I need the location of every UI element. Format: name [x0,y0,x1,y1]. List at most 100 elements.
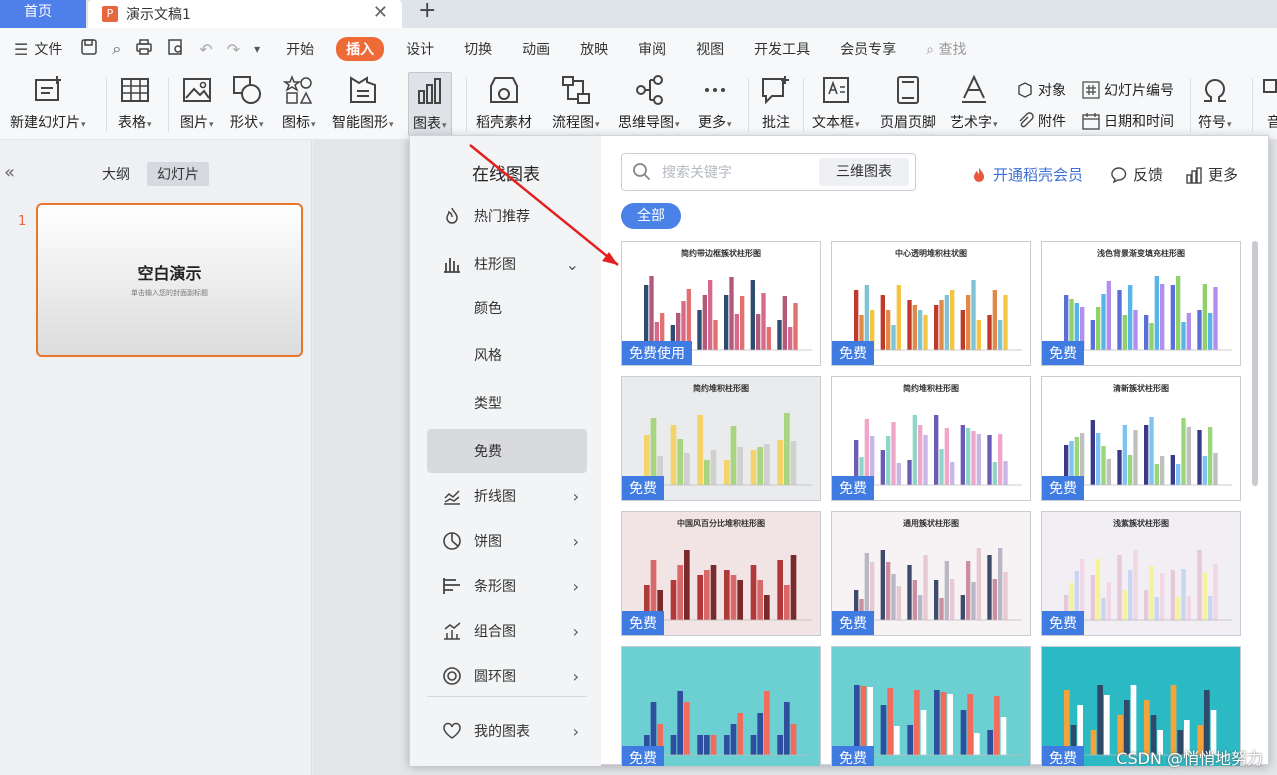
slide-number-button[interactable]: 幻灯片编号 [1082,80,1174,100]
vip-link[interactable]: 开通稻壳会员 [970,164,1083,185]
category-combo[interactable]: 组合图 › [410,609,601,653]
smartart-button[interactable]: 智能图形▾ [332,74,394,132]
comment-button[interactable]: 批注 [760,74,792,132]
tab-document[interactable]: P 演示文稿1 ✕ [88,0,402,28]
menu-insert[interactable]: 插入 [336,37,385,61]
print-icon[interactable] [135,38,153,60]
category-donut[interactable]: 圆环图 › [410,654,601,698]
menu-design[interactable]: 设计 [406,39,434,59]
chart-button[interactable]: 图表▾ [408,72,452,136]
mindmap-button[interactable]: 思维导图▾ [618,74,680,132]
quick-access-dropdown-icon[interactable]: ▾ [254,42,260,56]
datetime-button[interactable]: 日期和时间 [1082,111,1174,131]
filter-all[interactable]: 全部 [621,203,681,229]
thumbnail-bar [966,428,971,485]
tab-slides[interactable]: 幻灯片 [147,162,209,186]
new-slide-button[interactable]: 新建幻灯片▾ [10,74,86,132]
menu-slideshow[interactable]: 放映 [580,39,608,59]
chart-template-card[interactable]: 简约堆积柱形图 免费 [621,376,821,501]
chart-template-card[interactable]: 通用簇状柱形图 免费 [831,511,1031,636]
new-tab-button[interactable]: + [418,0,436,23]
shape-button[interactable]: 形状▾ [230,74,264,132]
search-input[interactable]: 搜索关键字 [662,162,732,182]
thumbnail-bar [992,579,997,620]
scrollbar[interactable] [1252,241,1258,486]
thumbnail-bar [1128,570,1133,620]
category-bar[interactable]: 条形图 › [410,564,601,608]
save-icon[interactable] [80,38,98,60]
thumbnail-bar [704,570,710,620]
collapse-pane-icon[interactable]: « [4,162,15,183]
textbox-button[interactable]: 文本框▾ [812,74,860,132]
chart-template-card[interactable]: 浅紫簇状柱形图 免费 [1041,511,1241,636]
table-button[interactable]: 表格▾ [118,74,152,132]
thumbnail-bar [1122,315,1127,350]
header-footer-button[interactable]: 页眉页脚 [880,74,936,132]
more-button[interactable]: 更多▾ [698,74,732,132]
feedback-button[interactable]: 反馈 [1110,164,1163,185]
material-button[interactable]: 稻壳素材 [476,74,532,132]
object-button[interactable]: 对象 [1016,80,1066,100]
category-hot[interactable]: 热门推荐 [410,194,601,238]
category-line[interactable]: 折线图 › [410,474,601,518]
thumbnail-bar [1181,418,1186,485]
menu-transition[interactable]: 切换 [464,39,492,59]
hamburger-menu-icon[interactable]: ☰ [14,40,28,59]
thumbnail-bar [697,310,702,350]
thumbnail-bar [710,735,717,755]
thumbnail-bar [1117,450,1122,485]
category-column[interactable]: 柱形图 ⌄ [410,242,601,286]
menu-search[interactable]: ⌕ 查找 [926,39,966,59]
menu-start[interactable]: 开始 [286,39,314,59]
filter-style[interactable]: 风格 [410,333,601,377]
menu-review[interactable]: 审阅 [638,39,666,59]
thumbnail-bar [784,413,790,485]
table-label: 表格 [118,115,146,131]
slide-thumbnail[interactable]: 空白演示 单击输入您的封面副标题 [36,203,303,357]
tab-home[interactable]: 首页 [0,0,86,28]
3d-chart-button[interactable]: 三维图表 [819,158,909,186]
flowchart-button[interactable]: 流程图▾ [552,74,600,132]
chart-template-card[interactable]: 浅色背景渐变填充柱形图 免费 [1041,241,1241,366]
thumbnail-bar [987,555,992,620]
chart-template-card[interactable]: 免费 [621,646,821,766]
filter-type[interactable]: 类型 [410,381,601,425]
menu-file[interactable]: 文件 [34,39,62,59]
symbol-button[interactable]: 符号▾ [1198,74,1232,132]
chart-template-card[interactable]: 中国风百分比堆积柱形图 免费 [621,511,821,636]
thumbnail-bar [1133,550,1138,620]
attachment-button[interactable]: 附件 [1016,111,1066,131]
thumbnail-bar [1003,572,1008,620]
category-mine[interactable]: 我的图表 › [410,709,601,753]
thumbnail-bar [750,565,757,620]
undo-icon[interactable]: ↶ [199,40,212,59]
chart-template-card[interactable]: 中心透明堆积柱状图 免费 [831,241,1031,366]
icon-button[interactable]: 图标▾ [282,74,316,132]
redo-icon[interactable]: ↷ [227,40,240,59]
chart-template-card[interactable]: 清新簇状柱形图 免费 [1041,376,1241,501]
format-painter-icon[interactable]: ⌕ [112,39,121,59]
chart-template-card[interactable]: 简约带边框簇状柱形图 免费使用 [621,241,821,366]
menu-member[interactable]: 会员专享 [840,39,896,59]
category-pie[interactable]: 饼图 › [410,519,601,563]
picture-button[interactable]: 图片▾ [180,74,214,132]
filter-free[interactable]: 免费 [427,429,587,473]
filter-color[interactable]: 颜色 [410,286,601,330]
thumbnail-bar [854,685,860,755]
chart-template-card[interactable]: 简约堆积柱形图 免费 [831,376,1031,501]
shape-label: 形状 [230,115,258,131]
close-tab-icon[interactable]: ✕ [373,2,388,23]
tab-outline[interactable]: 大纲 [92,162,140,186]
chevron-right-icon: › [572,666,579,686]
menu-view[interactable]: 视图 [696,39,724,59]
menu-developer[interactable]: 开发工具 [754,39,810,59]
more-charts-button[interactable]: 更多 [1185,164,1238,185]
thumbnail-bar [1176,597,1181,620]
menu-animation[interactable]: 动画 [522,39,550,59]
print-preview-icon[interactable] [167,38,185,60]
object-icon [1018,82,1032,98]
audio-button[interactable]: 音 [1258,74,1277,132]
wordart-button[interactable]: 艺术字▾ [950,74,998,132]
thumbnail-bar [710,450,717,485]
chart-template-card[interactable]: 免费 [831,646,1031,766]
